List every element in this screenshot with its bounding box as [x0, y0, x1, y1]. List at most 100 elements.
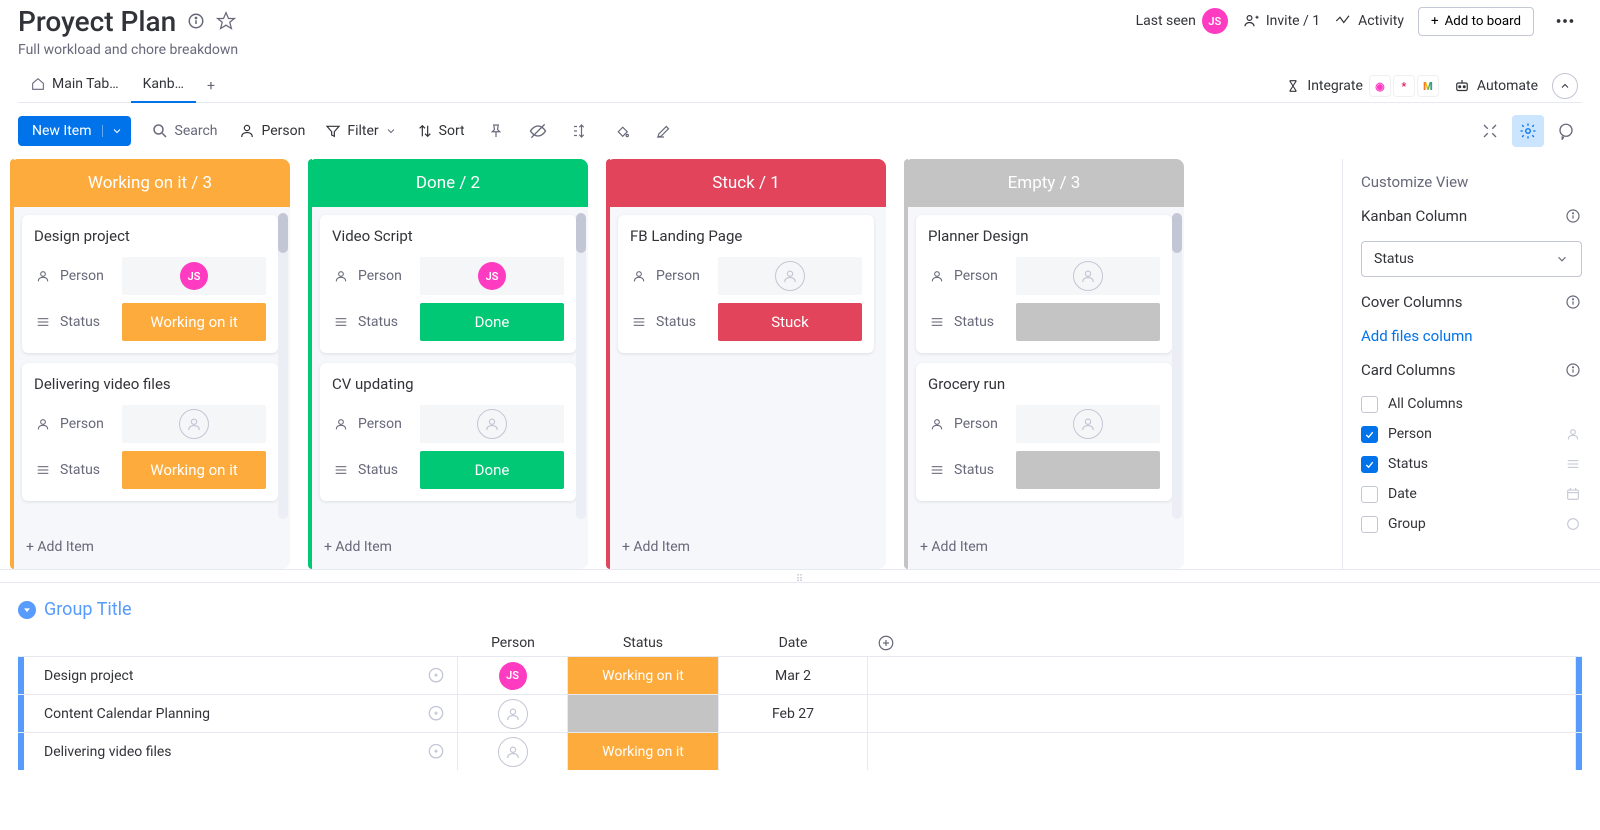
- edit-button[interactable]: [653, 120, 675, 142]
- checkbox[interactable]: [1361, 426, 1378, 443]
- empty-person-icon[interactable]: [775, 261, 805, 291]
- scrollbar-thumb[interactable]: [576, 213, 586, 253]
- col-person[interactable]: Person: [458, 635, 568, 651]
- card-column-option[interactable]: Group: [1361, 515, 1582, 533]
- column-header[interactable]: Empty / 3: [904, 159, 1184, 207]
- invite-button[interactable]: Invite / 1: [1242, 12, 1320, 30]
- chat-icon[interactable]: [425, 665, 447, 687]
- column-header[interactable]: Done / 2: [308, 159, 588, 207]
- scrollbar[interactable]: [576, 213, 586, 519]
- empty-person-icon[interactable]: [477, 409, 507, 439]
- person-cell[interactable]: JS: [420, 257, 564, 295]
- add-view-button[interactable]: +: [196, 71, 226, 101]
- hide-button[interactable]: [527, 120, 549, 142]
- card-column-option[interactable]: Status: [1361, 455, 1582, 473]
- more-menu-button[interactable]: [1548, 4, 1582, 38]
- add-item-button[interactable]: + Add Item: [606, 525, 886, 569]
- tab-kanban[interactable]: Kanb…: [131, 70, 196, 102]
- card-column-option[interactable]: Person: [1361, 425, 1582, 443]
- person-cell[interactable]: [1016, 257, 1160, 295]
- group-collapse-button[interactable]: [18, 601, 36, 619]
- comments-button[interactable]: [1550, 115, 1582, 147]
- avatar[interactable]: JS: [180, 262, 208, 290]
- scrollbar[interactable]: [1172, 213, 1182, 519]
- checkbox[interactable]: [1361, 456, 1378, 473]
- cell-date[interactable]: [718, 733, 868, 770]
- checkbox[interactable]: [1361, 486, 1378, 503]
- cell-person[interactable]: [458, 695, 568, 732]
- kanban-card[interactable]: FB Landing Page Person Status Stuck: [618, 215, 874, 353]
- collapse-header-button[interactable]: [1552, 73, 1578, 99]
- add-item-button[interactable]: + Add Item: [904, 525, 1184, 569]
- column-header[interactable]: Stuck / 1: [606, 159, 886, 207]
- person-filter-button[interactable]: Person: [238, 122, 306, 140]
- table-row[interactable]: Delivering video files Working on it: [18, 732, 1582, 770]
- cell-date[interactable]: Feb 27: [718, 695, 868, 732]
- status-value[interactable]: Working on it: [122, 303, 266, 341]
- search-button[interactable]: Search: [151, 122, 218, 140]
- settings-button[interactable]: [1512, 115, 1544, 147]
- activity-button[interactable]: Activity: [1334, 12, 1404, 30]
- pin-button[interactable]: [485, 120, 507, 142]
- person-cell[interactable]: [718, 257, 862, 295]
- scrollbar-thumb[interactable]: [278, 213, 288, 253]
- automate-button[interactable]: Automate: [1453, 77, 1538, 95]
- kanban-card[interactable]: Planner Design Person Status: [916, 215, 1172, 353]
- empty-person-icon[interactable]: [498, 699, 528, 729]
- kanban-card[interactable]: Design project Person JS Status Working …: [22, 215, 278, 353]
- cell-date[interactable]: Mar 2: [718, 657, 868, 694]
- pane-splitter[interactable]: ⠿: [0, 569, 1600, 583]
- info-icon[interactable]: [1564, 293, 1582, 311]
- empty-person-icon[interactable]: [498, 737, 528, 767]
- cell-name[interactable]: Delivering video files: [24, 733, 458, 770]
- cell-status[interactable]: [568, 695, 718, 732]
- person-cell[interactable]: JS: [122, 257, 266, 295]
- color-button[interactable]: [611, 120, 633, 142]
- add-item-button[interactable]: + Add Item: [10, 525, 290, 569]
- tab-main[interactable]: Main Tab…: [18, 70, 131, 102]
- kanban-column-select[interactable]: Status: [1361, 241, 1582, 277]
- status-value[interactable]: [1016, 451, 1160, 489]
- table-row[interactable]: Content Calendar Planning Feb 27: [18, 694, 1582, 732]
- table-row[interactable]: Design project JS Working on it Mar 2: [18, 656, 1582, 694]
- cell-person[interactable]: [458, 733, 568, 770]
- cell-status[interactable]: Working on it: [568, 733, 718, 770]
- person-cell[interactable]: [420, 405, 564, 443]
- person-cell[interactable]: [122, 405, 266, 443]
- cell-name[interactable]: Design project: [24, 657, 458, 694]
- scrollbar[interactable]: [278, 213, 288, 519]
- card-column-option[interactable]: Date: [1361, 485, 1582, 503]
- empty-person-icon[interactable]: [1073, 409, 1103, 439]
- height-button[interactable]: [569, 120, 591, 142]
- collapse-kanban-button[interactable]: [1474, 115, 1506, 147]
- add-files-column-link[interactable]: Add files column: [1361, 327, 1582, 345]
- kanban-card[interactable]: CV updating Person Status Done: [320, 363, 576, 501]
- new-item-button[interactable]: New Item: [18, 116, 131, 146]
- add-to-board-button[interactable]: + Add to board: [1418, 7, 1534, 36]
- status-value[interactable]: [1016, 303, 1160, 341]
- add-column-button[interactable]: [868, 634, 904, 652]
- checkbox[interactable]: [1361, 396, 1378, 413]
- info-icon[interactable]: [1564, 207, 1582, 225]
- add-item-button[interactable]: + Add Item: [308, 525, 588, 569]
- status-value[interactable]: Working on it: [122, 451, 266, 489]
- kanban-card[interactable]: Delivering video files Person Status Wor…: [22, 363, 278, 501]
- status-value[interactable]: Stuck: [718, 303, 862, 341]
- sort-button[interactable]: Sort: [417, 123, 465, 139]
- scrollbar-thumb[interactable]: [1172, 213, 1182, 253]
- info-icon[interactable]: [186, 11, 206, 31]
- card-column-option[interactable]: All Columns: [1361, 395, 1582, 413]
- avatar[interactable]: JS: [478, 262, 506, 290]
- empty-person-icon[interactable]: [179, 409, 209, 439]
- cell-person[interactable]: JS: [458, 657, 568, 694]
- column-header[interactable]: Working on it / 3: [10, 159, 290, 207]
- kanban-card[interactable]: Video Script Person JS Status Done: [320, 215, 576, 353]
- status-value[interactable]: Done: [420, 303, 564, 341]
- chat-icon[interactable]: [425, 741, 447, 763]
- col-date[interactable]: Date: [718, 635, 868, 651]
- status-value[interactable]: Done: [420, 451, 564, 489]
- star-icon[interactable]: [216, 11, 236, 31]
- filter-button[interactable]: Filter: [325, 123, 396, 139]
- cell-status[interactable]: Working on it: [568, 657, 718, 694]
- group-title[interactable]: Group Title: [44, 599, 132, 620]
